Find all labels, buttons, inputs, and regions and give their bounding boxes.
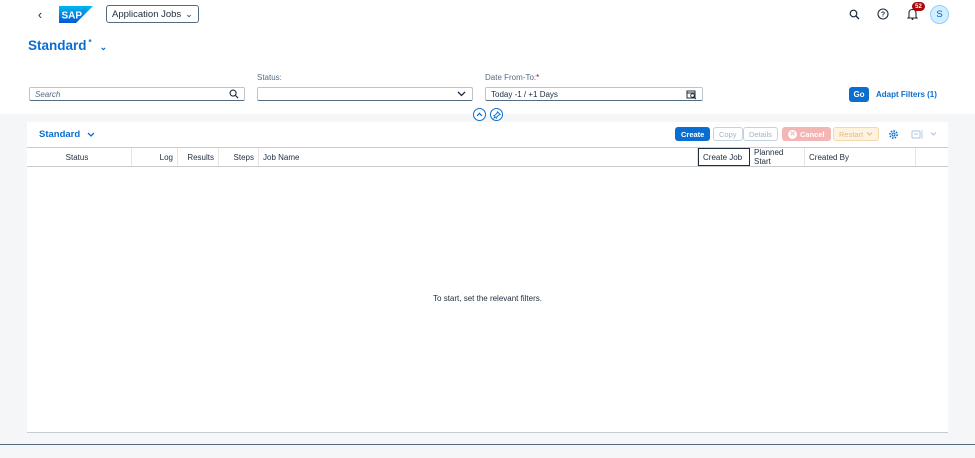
column-header-steps[interactable]: Steps (219, 148, 259, 166)
export-icon[interactable] (911, 128, 923, 140)
shell-bar: ‹ SAP Application Jobs ⌄ ? 52 S (0, 0, 975, 30)
search-field[interactable]: Search (29, 87, 245, 101)
table-variant-selector[interactable]: Standard (39, 129, 95, 140)
app-title: Application Jobs (112, 8, 182, 20)
restart-button-label: Restart (839, 129, 864, 139)
table-variant-title: Standard (39, 129, 81, 140)
svg-text:SAP: SAP (62, 11, 83, 22)
back-icon[interactable]: ‹ (33, 8, 47, 22)
status-label: Status: (257, 73, 282, 82)
app-title-menu-button[interactable]: Application Jobs ⌄ (106, 5, 199, 23)
column-header-results[interactable]: Results (178, 148, 219, 166)
sap-logo[interactable]: SAP (59, 6, 93, 23)
empty-state-message: To start, set the relevant filters. (433, 294, 542, 303)
date-range-field[interactable]: Today -1 / +1 Days (485, 87, 703, 101)
column-header-log[interactable]: Log (132, 148, 178, 166)
avatar[interactable]: S (930, 5, 949, 24)
required-marker: * (536, 73, 540, 82)
column-header-planned-start[interactable]: Planned Start (750, 148, 805, 166)
page-variant-selector[interactable]: Standard * ⌄ (28, 38, 107, 53)
column-header-job-name[interactable]: Job Name (259, 148, 698, 166)
header-toggle-group (473, 108, 503, 121)
calendar-search-icon[interactable] (686, 89, 697, 100)
export-chevron-down-icon[interactable] (930, 128, 937, 140)
page-bottom-divider (0, 444, 975, 445)
column-header-created-by[interactable]: Created By (805, 148, 916, 166)
cancel-icon: ✕ (788, 129, 797, 139)
go-button[interactable]: Go (849, 87, 869, 102)
status-select[interactable] (257, 87, 473, 101)
settings-gear-icon[interactable] (888, 128, 899, 140)
column-header-status[interactable]: Status (27, 148, 132, 166)
chevron-down-icon (87, 132, 95, 137)
date-label: Date From-To:* (485, 73, 540, 82)
copy-button[interactable]: Copy (713, 127, 743, 141)
svg-text:?: ? (881, 12, 885, 19)
jobs-table-card: Standard Create Copy Details ✕ Cancel Re… (27, 122, 948, 433)
column-header-create-job[interactable]: Create Job (698, 148, 750, 166)
page-title: Standard (28, 38, 87, 53)
chevron-down-icon[interactable] (456, 89, 467, 100)
notification-count-badge: 52 (912, 2, 925, 11)
details-button[interactable]: Details (743, 127, 778, 141)
cancel-button[interactable]: ✕ Cancel (782, 127, 831, 141)
search-input[interactable]: Search (35, 90, 228, 99)
date-range-value[interactable]: Today -1 / +1 Days (491, 90, 686, 99)
help-icon[interactable]: ? (876, 7, 890, 21)
chevron-down-icon: ⌄ (99, 42, 108, 52)
search-icon[interactable] (228, 89, 239, 100)
cancel-button-label: Cancel (800, 129, 825, 139)
adapt-filters-button[interactable]: Adapt Filters (1) (876, 90, 937, 99)
search-icon[interactable] (847, 7, 861, 21)
create-button[interactable]: Create (675, 127, 711, 141)
chevron-down-icon: ⌄ (185, 8, 193, 19)
variant-modified-marker: * (88, 38, 92, 47)
table-header-row: Status Log Results Steps Job Name Create… (27, 147, 948, 167)
restart-button[interactable]: Restart (833, 127, 880, 141)
column-header-filler (916, 148, 948, 166)
chevron-down-icon (866, 132, 873, 136)
collapse-header-icon[interactable] (473, 108, 486, 121)
pin-header-icon[interactable] (490, 108, 503, 121)
filter-header: Standard * ⌄ Search Status: Date From-To… (0, 30, 975, 121)
